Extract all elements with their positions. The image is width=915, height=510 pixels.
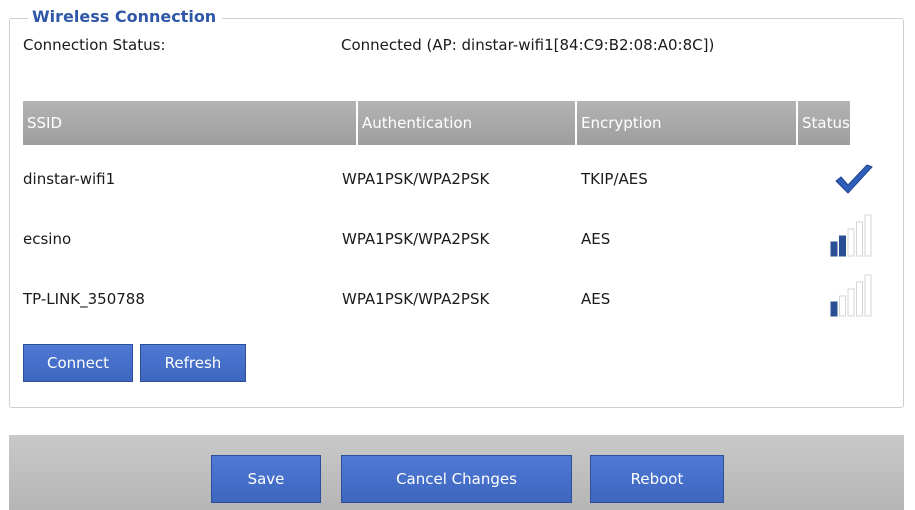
reboot-button[interactable]: Reboot xyxy=(590,455,724,503)
signal-bar-active xyxy=(830,241,838,257)
signal-strength-icon xyxy=(830,214,872,257)
column-header-authentication: Authentication xyxy=(358,101,577,145)
table-row[interactable]: ecsino WPA1PSK/WPA2PSK AES xyxy=(0,214,915,260)
encryption-cell: AES xyxy=(581,290,611,308)
authentication-cell: WPA1PSK/WPA2PSK xyxy=(342,170,490,188)
signal-bar-active xyxy=(839,235,846,257)
connection-status-value: Connected (AP: dinstar-wifi1[84:C9:B2:08… xyxy=(341,36,715,54)
authentication-cell: WPA1PSK/WPA2PSK xyxy=(342,290,490,308)
ssid-cell: TP-LINK_350788 xyxy=(23,290,145,308)
refresh-button[interactable]: Refresh xyxy=(140,344,246,382)
table-row[interactable]: dinstar-wifi1 WPA1PSK/WPA2PSK TKIP/AES xyxy=(0,160,915,200)
checkmark-icon xyxy=(835,164,873,194)
signal-bar-inactive xyxy=(864,214,872,257)
authentication-cell: WPA1PSK/WPA2PSK xyxy=(342,230,490,248)
column-header-encryption: Encryption xyxy=(577,101,798,145)
encryption-cell: TKIP/AES xyxy=(581,170,648,188)
connect-button[interactable]: Connect xyxy=(23,344,133,382)
save-button[interactable]: Save xyxy=(211,455,321,503)
column-header-ssid: SSID xyxy=(23,101,358,145)
ssid-cell: dinstar-wifi1 xyxy=(23,170,116,188)
connection-status-label: Connection Status: xyxy=(23,36,166,54)
signal-bar-inactive xyxy=(847,228,855,257)
encryption-cell: AES xyxy=(581,230,611,248)
column-header-status: Status xyxy=(798,101,850,145)
table-row[interactable]: TP-LINK_350788 WPA1PSK/WPA2PSK AES xyxy=(0,274,915,320)
table-header: SSID Authentication Encryption Status xyxy=(23,101,850,145)
signal-bar-inactive xyxy=(856,281,863,317)
signal-bar-active xyxy=(830,301,838,317)
signal-strength-icon xyxy=(830,274,872,317)
ssid-cell: ecsino xyxy=(23,230,72,248)
signal-bar-inactive xyxy=(839,295,846,317)
signal-bar-inactive xyxy=(856,221,863,257)
signal-bar-inactive xyxy=(864,274,872,317)
signal-bar-inactive xyxy=(847,288,855,317)
cancel-changes-button[interactable]: Cancel Changes xyxy=(341,455,572,503)
section-title: Wireless Connection xyxy=(28,7,223,26)
